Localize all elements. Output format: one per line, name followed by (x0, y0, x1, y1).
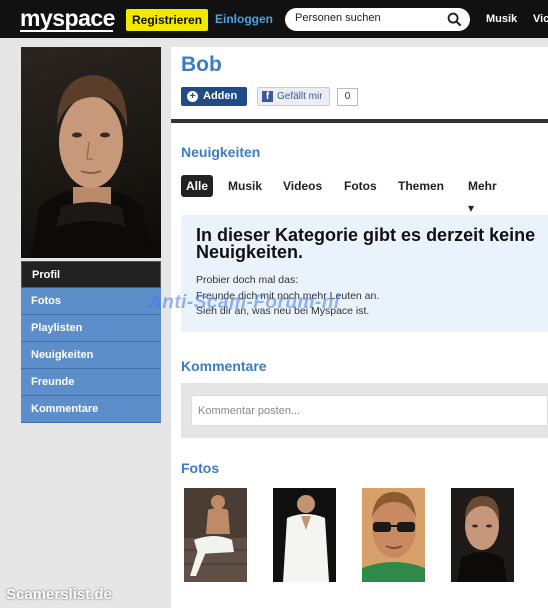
search-icon[interactable] (447, 12, 462, 27)
watermark-text: Anti-Scam-Forum-nl (148, 292, 340, 313)
add-friend-button[interactable]: + Adden (181, 87, 247, 106)
photo-thumbnail[interactable] (184, 488, 247, 582)
tab-alle[interactable]: Alle (181, 175, 214, 197)
sidebar-item-kommentare[interactable]: Kommentare (21, 396, 161, 423)
myspace-logo[interactable]: myspace (20, 5, 115, 32)
notice-title: In dieser Kategorie gibt es derzeit kein… (196, 225, 536, 262)
nav-video[interactable]: Vic (533, 13, 548, 25)
tab-themen[interactable]: Themen (398, 175, 444, 197)
add-friend-label: Adden (203, 90, 238, 102)
sidebar-item-profil[interactable]: Profil (21, 261, 161, 288)
search-input[interactable] (295, 12, 445, 24)
sidebar-item-neuigkeiten[interactable]: Neuigkeiten (21, 342, 161, 369)
photo-thumbnail[interactable] (273, 488, 336, 582)
profile-name: Bob (181, 53, 222, 76)
comments-section-title: Kommentare (181, 358, 267, 374)
top-navigation-bar: myspace Registrieren Einloggen Musik Vic (0, 0, 548, 38)
credit-text: Scamerslist.de (6, 586, 112, 603)
sidebar-item-fotos[interactable]: Fotos (21, 288, 161, 315)
register-button[interactable]: Registrieren (126, 9, 209, 31)
facebook-icon: f (262, 91, 273, 102)
sidebar-item-freunde[interactable]: Freunde (21, 369, 161, 396)
empty-news-notice: In dieser Kategorie gibt es derzeit kein… (181, 215, 548, 332)
tab-mehr[interactable]: Mehr ▾ (468, 175, 497, 215)
facebook-like-button[interactable]: f Gefällt mir (257, 87, 330, 106)
comment-box (181, 383, 548, 438)
nav-music[interactable]: Musik (486, 13, 517, 25)
profile-sidebar-nav: Profil Fotos Playlisten Neuigkeiten Freu… (21, 261, 161, 423)
header-divider (171, 119, 548, 123)
like-label: Gefällt mir (277, 91, 323, 102)
tab-videos[interactable]: Videos (283, 175, 322, 197)
main-content: Bob + Adden f Gefällt mir 0 Neuigkeiten … (171, 47, 548, 608)
sidebar-item-playlisten[interactable]: Playlisten (21, 315, 161, 342)
news-section-title: Neuigkeiten (181, 144, 261, 160)
login-link[interactable]: Einloggen (215, 12, 273, 26)
photo-thumbnail[interactable] (362, 488, 425, 582)
tab-musik[interactable]: Musik (228, 175, 262, 197)
notice-line: Probier doch mal das: (196, 274, 299, 286)
plus-icon: + (187, 91, 198, 102)
comment-input[interactable] (191, 395, 548, 426)
search-box (285, 8, 470, 31)
tab-fotos[interactable]: Fotos (344, 175, 377, 197)
profile-photo[interactable] (21, 47, 161, 258)
photo-thumbnail[interactable] (451, 488, 514, 582)
logo-underline (20, 30, 113, 32)
like-count: 0 (337, 88, 358, 106)
photos-section-title: Fotos (181, 460, 220, 476)
